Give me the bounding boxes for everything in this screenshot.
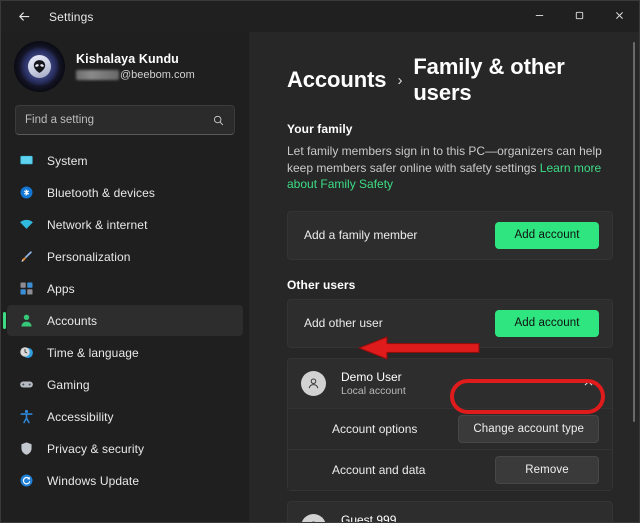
add-other-user-row: Add other user Add account bbox=[288, 300, 612, 347]
your-family-description: Let family members sign in to this PC—or… bbox=[287, 143, 613, 193]
window-body: Kishalaya Kundu @beebom.com Find a setti… bbox=[1, 32, 639, 522]
search-input[interactable] bbox=[25, 114, 212, 126]
breadcrumb-separator-icon: › bbox=[397, 71, 403, 89]
profile-email-suffix: @beebom.com bbox=[120, 69, 195, 81]
user-card-demo-user: Demo User Local account Account options … bbox=[287, 357, 613, 491]
minimize-button[interactable] bbox=[519, 1, 559, 32]
change-account-type-button[interactable]: Change account type bbox=[458, 414, 599, 443]
sidebar-item-accounts[interactable]: Accounts bbox=[3, 305, 243, 336]
maximize-button[interactable] bbox=[559, 1, 599, 32]
close-button[interactable] bbox=[599, 1, 639, 32]
breadcrumb: Accounts › Family & other users bbox=[287, 54, 613, 106]
back-button[interactable] bbox=[9, 2, 39, 32]
chevron-down-icon[interactable] bbox=[582, 520, 599, 523]
other-users-heading: Other users bbox=[287, 277, 356, 292]
add-other-user-label: Add other user bbox=[304, 316, 383, 330]
accessibility-icon bbox=[18, 408, 35, 425]
redacted-email-part bbox=[76, 70, 119, 80]
person-avatar-icon bbox=[301, 513, 326, 522]
alien-head-avatar bbox=[15, 42, 64, 91]
sidebar-item-time-language[interactable]: Time & language bbox=[7, 337, 243, 368]
profile-email: @beebom.com bbox=[76, 69, 195, 81]
sidebar: Kishalaya Kundu @beebom.com Find a setti… bbox=[1, 32, 249, 522]
account-options-row: Account options Change account type bbox=[288, 407, 612, 449]
sidebar-item-network-internet[interactable]: Network & internet bbox=[7, 209, 243, 240]
sidebar-item-label: Network & internet bbox=[47, 217, 148, 232]
window-title: Settings bbox=[49, 9, 94, 24]
account-and-data-row: Account and data Remove bbox=[288, 448, 612, 490]
sidebar-item-label: Apps bbox=[47, 281, 75, 296]
search-container bbox=[1, 101, 249, 145]
add-family-account-button[interactable]: Add account bbox=[495, 221, 599, 249]
sidebar-item-label: Gaming bbox=[47, 377, 90, 392]
sidebar-item-gaming[interactable]: Gaming bbox=[7, 369, 243, 400]
person-avatar-icon bbox=[301, 370, 326, 396]
sidebar-item-personalization[interactable]: Personalization bbox=[7, 241, 243, 272]
search-icon bbox=[212, 114, 225, 127]
sidebar-item-system[interactable]: System bbox=[7, 145, 243, 176]
remove-account-button[interactable]: Remove bbox=[495, 455, 599, 484]
add-family-member-label: Add a family member bbox=[304, 228, 418, 242]
user-profile[interactable]: Kishalaya Kundu @beebom.com bbox=[1, 34, 249, 101]
sidebar-item-label: Time & language bbox=[47, 345, 139, 360]
user-name: Guest 999 bbox=[341, 512, 397, 523]
sidebar-item-label: Bluetooth & devices bbox=[47, 185, 155, 200]
user-header-row[interactable]: Guest 999 Administrator - Local account bbox=[288, 502, 612, 523]
add-family-member-card: Add a family member Add account bbox=[287, 210, 613, 260]
settings-window: Settings Kishalaya Kundu @beebom.com Fin… bbox=[0, 0, 640, 523]
add-family-member-row: Add a family member Add account bbox=[288, 212, 612, 259]
vertical-scrollbar[interactable] bbox=[633, 42, 635, 422]
window-controls bbox=[519, 1, 639, 32]
maximize-icon bbox=[574, 8, 585, 26]
person-icon bbox=[18, 312, 35, 329]
wifi-icon bbox=[18, 216, 35, 233]
search-box[interactable] bbox=[15, 105, 235, 135]
add-other-user-button[interactable]: Add account bbox=[495, 309, 599, 337]
bluetooth-icon bbox=[18, 184, 35, 201]
sidebar-item-label: Accessibility bbox=[47, 409, 114, 424]
sidebar-nav: System Bluetooth & devices Network & int… bbox=[1, 145, 249, 522]
close-icon bbox=[614, 8, 625, 26]
update-refresh-icon bbox=[18, 472, 35, 489]
your-family-heading: Your family bbox=[287, 122, 353, 136]
user-subtitle: Local account bbox=[341, 384, 406, 397]
user-header-row[interactable]: Demo User Local account bbox=[288, 359, 612, 408]
sidebar-item-label: Personalization bbox=[47, 249, 131, 264]
shield-icon bbox=[18, 440, 35, 457]
page-title: Family & other users bbox=[413, 54, 565, 105]
add-other-user-card: Add other user Add account bbox=[287, 298, 613, 348]
apps-grid-icon bbox=[18, 280, 35, 297]
monitor-icon bbox=[18, 152, 35, 169]
sidebar-item-label: Privacy & security bbox=[47, 441, 145, 456]
back-arrow-icon bbox=[17, 9, 32, 24]
sidebar-item-label: Windows Update bbox=[47, 473, 140, 488]
user-name: Demo User bbox=[341, 369, 402, 384]
chevron-up-icon[interactable] bbox=[582, 377, 599, 390]
sidebar-item-bluetooth-devices[interactable]: Bluetooth & devices bbox=[7, 177, 243, 208]
alien-icon bbox=[33, 60, 46, 73]
breadcrumb-parent[interactable]: Accounts bbox=[287, 67, 387, 93]
profile-name: Kishalaya Kundu bbox=[76, 52, 179, 66]
account-and-data-label: Account and data bbox=[332, 462, 426, 477]
main-content: Accounts › Family & other users Your fam… bbox=[249, 32, 639, 522]
sidebar-item-accessibility[interactable]: Accessibility bbox=[7, 401, 243, 432]
gamepad-icon bbox=[18, 376, 35, 393]
paintbrush-icon bbox=[18, 248, 35, 265]
sidebar-item-apps[interactable]: Apps bbox=[7, 273, 243, 304]
sidebar-item-privacy-security[interactable]: Privacy & security bbox=[7, 433, 243, 464]
sidebar-item-windows-update[interactable]: Windows Update bbox=[7, 465, 243, 496]
title-bar: Settings bbox=[1, 1, 639, 32]
sidebar-item-label: Accounts bbox=[47, 313, 98, 328]
clock-icon bbox=[18, 344, 35, 361]
sidebar-item-label: System bbox=[47, 153, 88, 168]
account-options-label: Account options bbox=[332, 421, 418, 436]
user-card-guest-999: Guest 999 Administrator - Local account bbox=[287, 500, 613, 523]
minimize-icon bbox=[534, 8, 545, 26]
